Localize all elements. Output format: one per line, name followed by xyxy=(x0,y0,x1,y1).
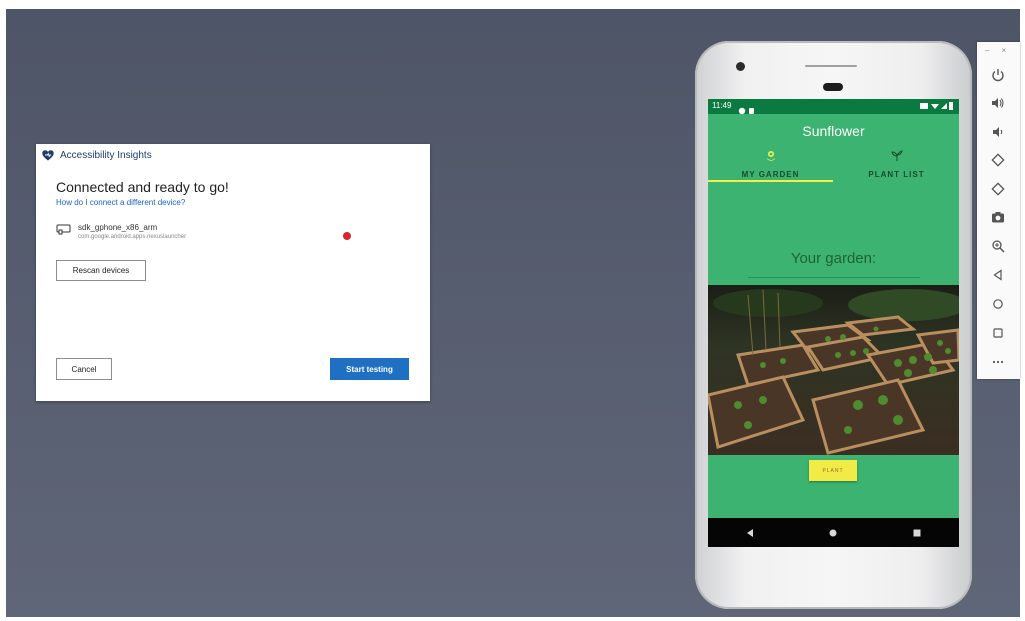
tab-my-garden[interactable]: MY GARDEN xyxy=(708,149,833,179)
dialog-heading: Connected and ready to go! xyxy=(56,179,229,195)
window-controls: – × xyxy=(985,46,1006,55)
connect-help-link[interactable]: How do I connect a different device? xyxy=(56,198,185,207)
device-package: com.google.android.apps.nexuslauncher xyxy=(78,234,187,240)
cancel-button[interactable]: Cancel xyxy=(56,358,112,380)
notification-icons xyxy=(738,102,756,120)
rotate-left-icon[interactable] xyxy=(988,150,1008,170)
sprout-icon xyxy=(766,151,775,161)
accessibility-insights-dialog: Accessibility Insights Connected and rea… xyxy=(36,144,430,401)
your-garden-label: Your garden: xyxy=(790,250,877,267)
dialog-header: Accessibility Insights xyxy=(42,150,152,161)
tab-label: MY GARDEN xyxy=(741,170,800,179)
device-info: sdk_gphone_x86_arm com.google.android.ap… xyxy=(78,223,186,240)
device-entry[interactable]: sdk_gphone_x86_arm com.google.android.ap… xyxy=(56,223,186,240)
volume-up-icon[interactable] xyxy=(988,93,1008,113)
tab-label: PLANT LIST xyxy=(868,170,925,179)
phone-emulator: 11:49 Sunflower MY GARDEN PLANT LIST You… xyxy=(695,41,972,609)
earpiece xyxy=(823,83,843,91)
back-icon[interactable] xyxy=(988,265,1008,285)
power-icon[interactable] xyxy=(988,65,1008,85)
camera-icon[interactable] xyxy=(988,207,1008,227)
status-icons xyxy=(920,102,954,110)
garden-photo xyxy=(708,285,959,455)
recents-icon[interactable] xyxy=(912,528,922,538)
app-title: Sunflower xyxy=(802,123,865,139)
status-bar: 11:49 xyxy=(708,99,959,115)
plant-button[interactable]: PLANT xyxy=(809,460,857,481)
emulator-toolbar: – × xyxy=(977,42,1020,379)
start-testing-button[interactable]: Start testing xyxy=(330,358,409,380)
back-icon[interactable] xyxy=(745,528,755,538)
device-icon xyxy=(56,224,71,235)
zoom-icon[interactable] xyxy=(988,236,1008,256)
accessibility-insights-logo-icon xyxy=(42,150,54,161)
device-name: sdk_gphone_x86_arm xyxy=(78,223,158,232)
minimize-button[interactable]: – xyxy=(985,46,989,55)
more-icon[interactable] xyxy=(988,352,1008,372)
selected-tab-indicator xyxy=(708,180,833,182)
mouse-cursor xyxy=(343,232,351,240)
front-camera xyxy=(736,62,745,71)
speaker-grille xyxy=(805,65,857,67)
rescan-devices-button[interactable]: Rescan devices xyxy=(56,260,146,281)
volume-down-icon[interactable] xyxy=(988,122,1008,142)
plant-icon xyxy=(890,150,903,161)
android-nav-bar xyxy=(708,518,959,547)
status-time: 11:49 xyxy=(712,101,732,110)
dialog-app-title: Accessibility Insights xyxy=(60,150,152,161)
divider xyxy=(748,277,920,278)
tab-plant-list[interactable]: PLANT LIST xyxy=(834,149,959,179)
close-button[interactable]: × xyxy=(1001,46,1006,55)
home-icon[interactable] xyxy=(828,528,838,538)
phone-screen[interactable]: 11:49 Sunflower MY GARDEN PLANT LIST You… xyxy=(708,99,959,547)
rotate-right-icon[interactable] xyxy=(988,179,1008,199)
home-icon[interactable] xyxy=(988,294,1008,314)
overview-icon[interactable] xyxy=(988,323,1008,343)
